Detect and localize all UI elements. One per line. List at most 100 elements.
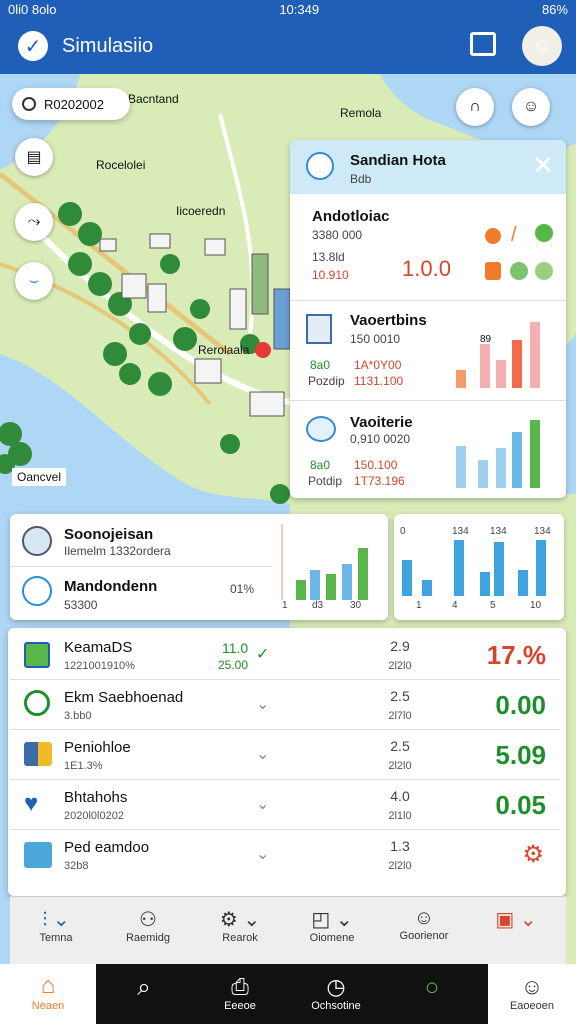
list-item[interactable]: ♥ Bhtahohs 2020l0l0202 ⌄ 4.0 2l1l0 0.05 — [10, 780, 560, 830]
section-value: 1A*0Y00 — [354, 358, 402, 372]
section-value: 3380 000 — [312, 228, 363, 242]
toolbar-item[interactable]: ◰ ⌄ Oiomene — [286, 897, 378, 965]
layers-button[interactable]: ▤ — [15, 138, 53, 176]
toolbar-item[interactable]: ⫶ ⌄ Temna — [10, 897, 102, 965]
row-mid2: 2l2l0 — [388, 660, 412, 672]
row-mid: 2.5 — [390, 738, 410, 754]
row-sub: Ilemelm 1332ordera — [64, 544, 171, 558]
section-big: 1.0.0 — [402, 256, 451, 281]
toolbar-label: Oiomene — [309, 932, 355, 944]
map-label: Rerolaala — [198, 343, 250, 357]
people-icon: ⚇ — [139, 909, 157, 931]
avatar[interactable]: ☺ — [522, 26, 562, 66]
horseshoe-icon: ∩ — [469, 98, 481, 115]
mini-bar-chart — [456, 322, 540, 388]
section-value: 0,910 0020 — [350, 432, 411, 446]
list-item[interactable]: Ekm Saebhoenad 3.bb0 ⌄ 2.5 2l7l0 0.00 — [10, 680, 560, 730]
map-label: Iicoeredn — [176, 204, 226, 218]
mini-bar-chart — [456, 420, 540, 488]
directions-button[interactable]: ⤳ — [15, 203, 53, 241]
row-meta: 1E1.3% — [64, 760, 103, 772]
section-value: 10.910 — [312, 268, 349, 282]
status-left: 0li0 8olo — [8, 1, 57, 17]
close-icon[interactable]: ✕ — [532, 150, 554, 181]
bar — [496, 448, 506, 488]
status-bar: 0li0 8olo 10:349 86% — [0, 0, 576, 18]
nav-inbox[interactable]: ⎙ Eeeoe — [192, 964, 288, 1024]
row-mid2: 2l2l0 — [388, 860, 412, 872]
check-icon[interactable]: ✓ — [256, 644, 269, 664]
dome-icon — [22, 526, 52, 556]
nav-explore[interactable]: ○ — [384, 964, 480, 1024]
search-input[interactable]: R0202002 — [44, 97, 104, 112]
bar — [536, 540, 546, 596]
bar-chart — [281, 524, 368, 600]
app-bar: ✓ Simulasiio ☺ — [0, 18, 576, 74]
list-item[interactable]: KeamaDS 1221001910% 11.0 25.00 ✓ 2.9 2l2… — [10, 630, 560, 680]
nav-search[interactable]: ⌕ — [96, 964, 192, 1024]
section-label: Pozdip — [308, 374, 345, 388]
bar — [494, 542, 504, 596]
nav-profile[interactable]: ☺ Eaoeoen — [488, 964, 576, 1024]
search-icon — [22, 97, 36, 111]
row-meta: 1221001910% — [64, 660, 135, 672]
bar — [296, 580, 306, 600]
building-icon — [306, 416, 336, 442]
toolbar-item[interactable]: ☺ Goorienor — [378, 897, 470, 965]
row-mid: 2.9 — [390, 638, 410, 654]
profile-icon: ☺ — [520, 974, 544, 999]
orange-square-icon — [485, 262, 501, 280]
row-big: 17.% — [486, 640, 546, 670]
section-value: 150.100 — [354, 458, 398, 472]
x-tick: 30 — [350, 600, 362, 611]
section-value: 150 0010 — [350, 332, 401, 346]
slash-icon: / — [511, 224, 517, 246]
toolbar-item[interactable]: ⚙ ⌄ Rearok — [194, 897, 286, 965]
section-value: 13.8ld — [312, 250, 345, 264]
chevron-down-icon[interactable]: ⌄ — [256, 694, 269, 714]
bar — [326, 574, 336, 600]
app-title: Simulasiio — [62, 34, 154, 57]
home-icon: ⌂ — [40, 972, 56, 999]
popup-subtitle: Bdb — [350, 172, 372, 186]
gear-icon[interactable]: ⚙ — [522, 840, 544, 869]
section-label: 8a0 — [310, 358, 331, 372]
search-box[interactable]: R0202002 — [12, 88, 130, 120]
map-label: Remola — [340, 106, 382, 120]
row-big: 0.05 — [495, 790, 546, 820]
row-name: KeamaDS — [64, 639, 133, 656]
green-dot-icon — [535, 224, 553, 242]
profile-button[interactable]: ☺ — [512, 88, 550, 126]
row-big: 0.00 — [495, 690, 546, 720]
nav-home[interactable]: ⌂ Neaen — [0, 964, 96, 1024]
bar — [402, 560, 412, 596]
x-tick: 1 — [282, 600, 288, 611]
bar — [518, 570, 528, 596]
pin-icon — [24, 690, 50, 716]
toolbar-label: Raemidg — [125, 932, 171, 944]
row-name: Peniohloe — [64, 739, 131, 756]
row-mid: 4.0 — [390, 788, 410, 804]
toolbar-label: Temna — [39, 932, 73, 944]
toolbar-item[interactable]: ⚇ Raemidg — [102, 897, 194, 965]
gauge-icon: ◰ ⌄ — [311, 909, 353, 931]
chevron-down-icon[interactable]: ⌄ — [256, 744, 269, 764]
list-item[interactable]: Peniohloe 1E1.3% ⌄ 2.5 2l2l0 5.09 — [10, 730, 560, 780]
row-meta: 2020l0l0202 — [64, 810, 124, 822]
chevron-down-icon[interactable]: ⌄ — [256, 794, 269, 814]
chat-icon[interactable] — [470, 32, 496, 56]
share-button[interactable]: ∩ — [456, 88, 494, 126]
section-label: Potdip — [308, 474, 343, 488]
chevron-down-icon[interactable]: ⌄ — [256, 844, 269, 864]
list-item[interactable]: Ped eamdoo 32b8 ⌄ 1.3 2l2l0 ⚙ — [10, 830, 560, 880]
row-mid: 2.5 — [390, 688, 410, 704]
x-tick: d3 — [312, 600, 324, 611]
nav-label: Neaen — [31, 1000, 65, 1012]
locate-button[interactable]: ⌣ — [15, 262, 53, 300]
status-dots: / — [485, 224, 555, 248]
toolbar-item[interactable]: ▣ ⌄ — [470, 897, 562, 965]
building-icon — [306, 314, 332, 344]
toolbar-label: Rearok — [222, 932, 258, 944]
hotel-icon — [306, 152, 334, 180]
nav-clock[interactable]: ◷ Ochsotine — [288, 964, 384, 1024]
